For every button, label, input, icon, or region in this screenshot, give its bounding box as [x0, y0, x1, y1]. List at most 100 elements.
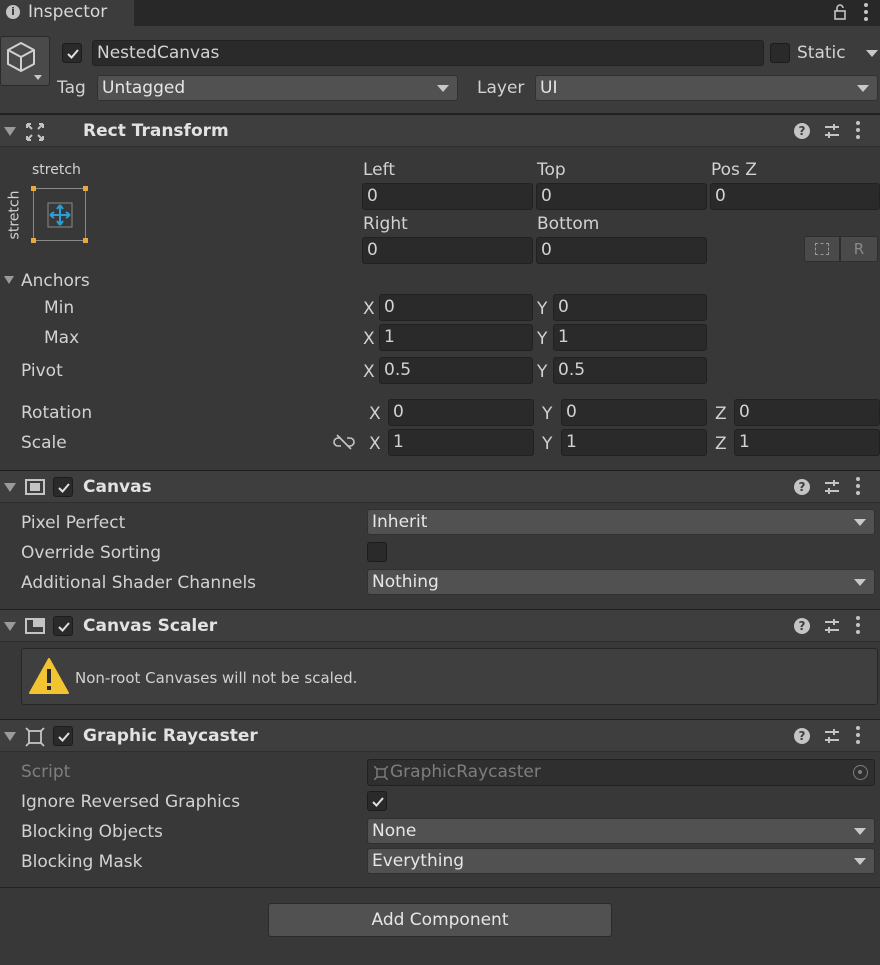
rot-z-field[interactable]: 0: [734, 399, 880, 426]
static-label: Static: [797, 43, 846, 63]
override-sorting-checkbox[interactable]: [367, 542, 387, 562]
raw-edit-button[interactable]: R: [840, 236, 878, 262]
right-field[interactable]: 0: [362, 237, 533, 264]
graphic-raycaster-icon: [25, 727, 45, 747]
preset-icon[interactable]: [824, 479, 840, 495]
max-x-field[interactable]: 1: [379, 324, 533, 351]
rot-y-label: Y: [542, 404, 553, 424]
scale-label: Scale: [21, 433, 67, 453]
warning-box: Non-root Canvases will not be scaled.: [21, 648, 878, 705]
tag-dropdown[interactable]: Untagged: [97, 75, 458, 101]
posz-field[interactable]: 0: [710, 183, 880, 210]
shader-channels-value: Nothing: [372, 572, 439, 592]
component-menu-icon[interactable]: [856, 616, 860, 637]
lock-icon[interactable]: [834, 4, 846, 25]
constrain-proportions-icon[interactable]: [333, 434, 355, 450]
anchor-preset-v-label: stretch: [6, 190, 23, 240]
rot-z-label: Z: [715, 404, 727, 424]
pivot-x-label: X: [363, 362, 375, 382]
min-x-label: X: [363, 299, 375, 319]
canvas-scaler-enabled-checkbox[interactable]: [53, 616, 73, 636]
max-y-field[interactable]: 1: [553, 324, 707, 351]
help-icon[interactable]: ?: [794, 618, 810, 634]
rot-y-field[interactable]: 0: [561, 399, 707, 426]
add-component-button[interactable]: Add Component: [268, 903, 612, 937]
pivot-y-field[interactable]: 0.5: [553, 357, 707, 384]
object-header: NestedCanvas Static Tag Untagged Layer U…: [0, 26, 880, 114]
info-icon: i: [6, 5, 20, 19]
component-menu-icon[interactable]: [856, 121, 860, 142]
rot-x-field[interactable]: 0: [388, 399, 534, 426]
object-picker-icon[interactable]: [853, 765, 868, 780]
section-divider: [0, 887, 880, 888]
bottom-label: Bottom: [537, 214, 600, 234]
canvas-header[interactable]: Canvas ?: [0, 470, 880, 503]
warning-icon: [29, 658, 69, 694]
cube-icon: [7, 42, 35, 72]
anchors-foldout-icon[interactable]: [4, 276, 14, 284]
help-icon[interactable]: ?: [794, 123, 810, 139]
tab-menu-icon[interactable]: [864, 3, 868, 24]
scale-y-field[interactable]: 1: [561, 429, 707, 456]
layer-dropdown[interactable]: UI: [535, 75, 878, 101]
pixel-perfect-label: Pixel Perfect: [21, 513, 126, 533]
active-checkbox[interactable]: [62, 43, 82, 63]
pixel-perfect-dropdown[interactable]: Inherit: [367, 509, 875, 535]
anchors-label[interactable]: Anchors: [21, 271, 90, 291]
static-checkbox[interactable]: [770, 43, 790, 63]
component-menu-icon[interactable]: [856, 477, 860, 498]
scale-x-field[interactable]: 1: [388, 429, 534, 456]
left-label: Left: [363, 160, 395, 180]
help-icon[interactable]: ?: [794, 479, 810, 495]
blueprint-mode-button[interactable]: [804, 236, 840, 262]
stretch-icon: [47, 202, 73, 228]
blocking-objects-value: None: [372, 821, 417, 841]
canvas-icon: [25, 479, 45, 495]
graphic-raycaster-enabled-checkbox[interactable]: [53, 726, 73, 746]
preset-icon[interactable]: [824, 618, 840, 634]
pivot-x-field[interactable]: 0.5: [379, 357, 533, 384]
ignore-reversed-checkbox[interactable]: [367, 791, 387, 811]
foldout-arrow-icon[interactable]: [4, 127, 16, 136]
canvas-enabled-checkbox[interactable]: [53, 477, 73, 497]
foldout-arrow-icon[interactable]: [4, 622, 16, 631]
component-menu-icon[interactable]: [856, 726, 860, 747]
anchor-preset-button[interactable]: [31, 186, 88, 243]
top-field[interactable]: 0: [536, 183, 707, 210]
min-y-field[interactable]: 0: [553, 294, 707, 321]
preset-icon[interactable]: [824, 728, 840, 744]
blocking-mask-dropdown[interactable]: Everything: [367, 848, 875, 874]
rotation-label: Rotation: [21, 403, 93, 423]
gameobject-icon-button[interactable]: [0, 36, 50, 86]
help-icon[interactable]: ?: [794, 728, 810, 744]
foldout-arrow-icon[interactable]: [4, 483, 16, 492]
scale-z-field[interactable]: 1: [734, 429, 880, 456]
script-icon: [374, 766, 388, 780]
max-x-label: X: [363, 329, 375, 349]
rect-transform-header[interactable]: Rect Transform ?: [0, 114, 880, 147]
blocking-objects-label: Blocking Objects: [21, 822, 163, 842]
static-dropdown-icon[interactable]: [866, 50, 878, 57]
inspector-tab[interactable]: i Inspector: [0, 0, 134, 26]
preset-icon[interactable]: [824, 123, 840, 139]
left-field[interactable]: 0: [362, 183, 533, 210]
scale-x-label: X: [369, 434, 381, 454]
script-field: GraphicRaycaster: [367, 759, 875, 786]
right-label: Right: [363, 214, 408, 234]
raw-edit-label: R: [853, 240, 865, 258]
name-field[interactable]: NestedCanvas: [92, 40, 764, 66]
pixel-perfect-value: Inherit: [372, 512, 428, 532]
tab-bar: i Inspector: [0, 0, 880, 26]
graphic-raycaster-header[interactable]: Graphic Raycaster ?: [0, 719, 880, 752]
blocking-mask-label: Blocking Mask: [21, 852, 143, 872]
blocking-mask-value: Everything: [372, 851, 465, 871]
add-component-label: Add Component: [371, 910, 509, 930]
canvas-scaler-header[interactable]: Canvas Scaler ?: [0, 609, 880, 642]
shader-channels-dropdown[interactable]: Nothing: [367, 569, 875, 595]
foldout-arrow-icon[interactable]: [4, 732, 16, 741]
bottom-field[interactable]: 0: [536, 237, 707, 264]
min-x-field[interactable]: 0: [379, 294, 533, 321]
tag-label: Tag: [57, 78, 86, 98]
blocking-objects-dropdown[interactable]: None: [367, 818, 875, 844]
script-value: GraphicRaycaster: [390, 762, 541, 782]
